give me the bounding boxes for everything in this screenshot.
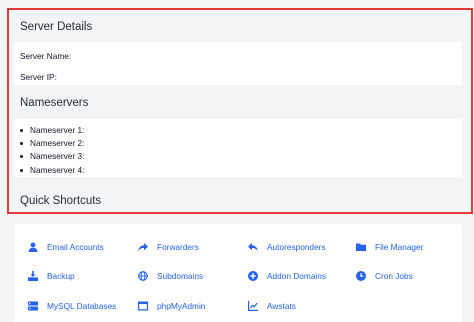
- shortcut-label: Email Accounts: [47, 242, 104, 252]
- server-ip-label: Server IP:: [20, 72, 57, 82]
- bullet-icon: [20, 155, 23, 159]
- shortcut-label: Addon Domains: [267, 271, 327, 281]
- backup-download-icon: [28, 271, 38, 281]
- shortcut-awstats[interactable]: Awstats: [248, 301, 296, 311]
- folder-icon: [356, 242, 366, 252]
- shortcut-label: phpMyAdmin: [157, 301, 206, 311]
- server-details-title: Server Details: [20, 21, 93, 33]
- reply-arrow-icon: [248, 242, 258, 252]
- shortcuts-card: Email Accounts Forwarders Autoresponders…: [14, 224, 462, 322]
- user-icon: [28, 242, 38, 252]
- shortcut-autoresponders[interactable]: Autoresponders: [248, 242, 326, 252]
- shortcut-backup[interactable]: Backup: [28, 271, 75, 281]
- plus-circle-icon: [248, 271, 258, 281]
- nameserver-item: Nameserver 1:: [20, 124, 85, 137]
- nameserver-item: Nameserver 2:: [20, 137, 85, 150]
- nameserver-label: Nameserver 1:: [30, 125, 85, 135]
- shortcut-forwarders[interactable]: Forwarders: [138, 242, 199, 252]
- server-name-label: Server Name:: [20, 51, 72, 61]
- shortcut-label: Awstats: [267, 301, 296, 311]
- shortcut-label: Forwarders: [157, 242, 199, 252]
- bullet-icon: [20, 142, 23, 146]
- nameserver-label: Nameserver 4:: [30, 164, 85, 175]
- shortcut-label: MySQL Databases: [47, 301, 117, 311]
- nameserver-label: Nameserver 3:: [30, 151, 85, 162]
- shortcut-cron-jobs[interactable]: Cron Jobs: [356, 271, 413, 281]
- nameserver-item: Nameserver 3:: [20, 150, 85, 163]
- highlight-frame: [7, 8, 473, 214]
- nameserver-label: Nameserver 2:: [30, 138, 85, 149]
- shortcut-label: Cron Jobs: [375, 271, 413, 281]
- bullet-icon: [20, 129, 23, 132]
- shortcut-label: Subdomains: [157, 271, 204, 281]
- server-details-card: Server Name: Server IP:: [14, 42, 462, 85]
- shortcut-mysql-databases[interactable]: MySQL Databases: [28, 301, 116, 311]
- bullet-icon: [20, 168, 23, 172]
- shortcut-label: Autoresponders: [267, 242, 326, 252]
- shortcut-label: Backup: [47, 271, 75, 281]
- quick-shortcuts-title: Quick Shortcuts: [20, 195, 102, 207]
- shortcut-email-accounts[interactable]: Email Accounts: [28, 242, 104, 252]
- nameservers-card: Nameserver 1: Nameserver 2: Nameserver 3…: [14, 119, 462, 177]
- shortcut-addon-domains[interactable]: Addon Domains: [248, 271, 326, 281]
- nameservers-title: Nameservers: [20, 97, 89, 109]
- line-chart-icon: [248, 301, 258, 311]
- globe-icon: [138, 271, 148, 281]
- shortcut-subdomains[interactable]: Subdomains: [138, 271, 203, 281]
- nameserver-list: Nameserver 1: Nameserver 2: Nameserver 3…: [20, 124, 85, 177]
- clock-icon: [356, 271, 366, 281]
- shortcut-label: File Manager: [375, 242, 424, 252]
- window-icon: [138, 301, 148, 311]
- forward-arrow-icon: [138, 242, 148, 252]
- shortcut-file-manager[interactable]: File Manager: [356, 242, 423, 252]
- server-icon: [28, 301, 38, 311]
- shortcut-phpmyadmin[interactable]: phpMyAdmin: [138, 301, 205, 311]
- nameserver-item: Nameserver 4:: [20, 164, 85, 177]
